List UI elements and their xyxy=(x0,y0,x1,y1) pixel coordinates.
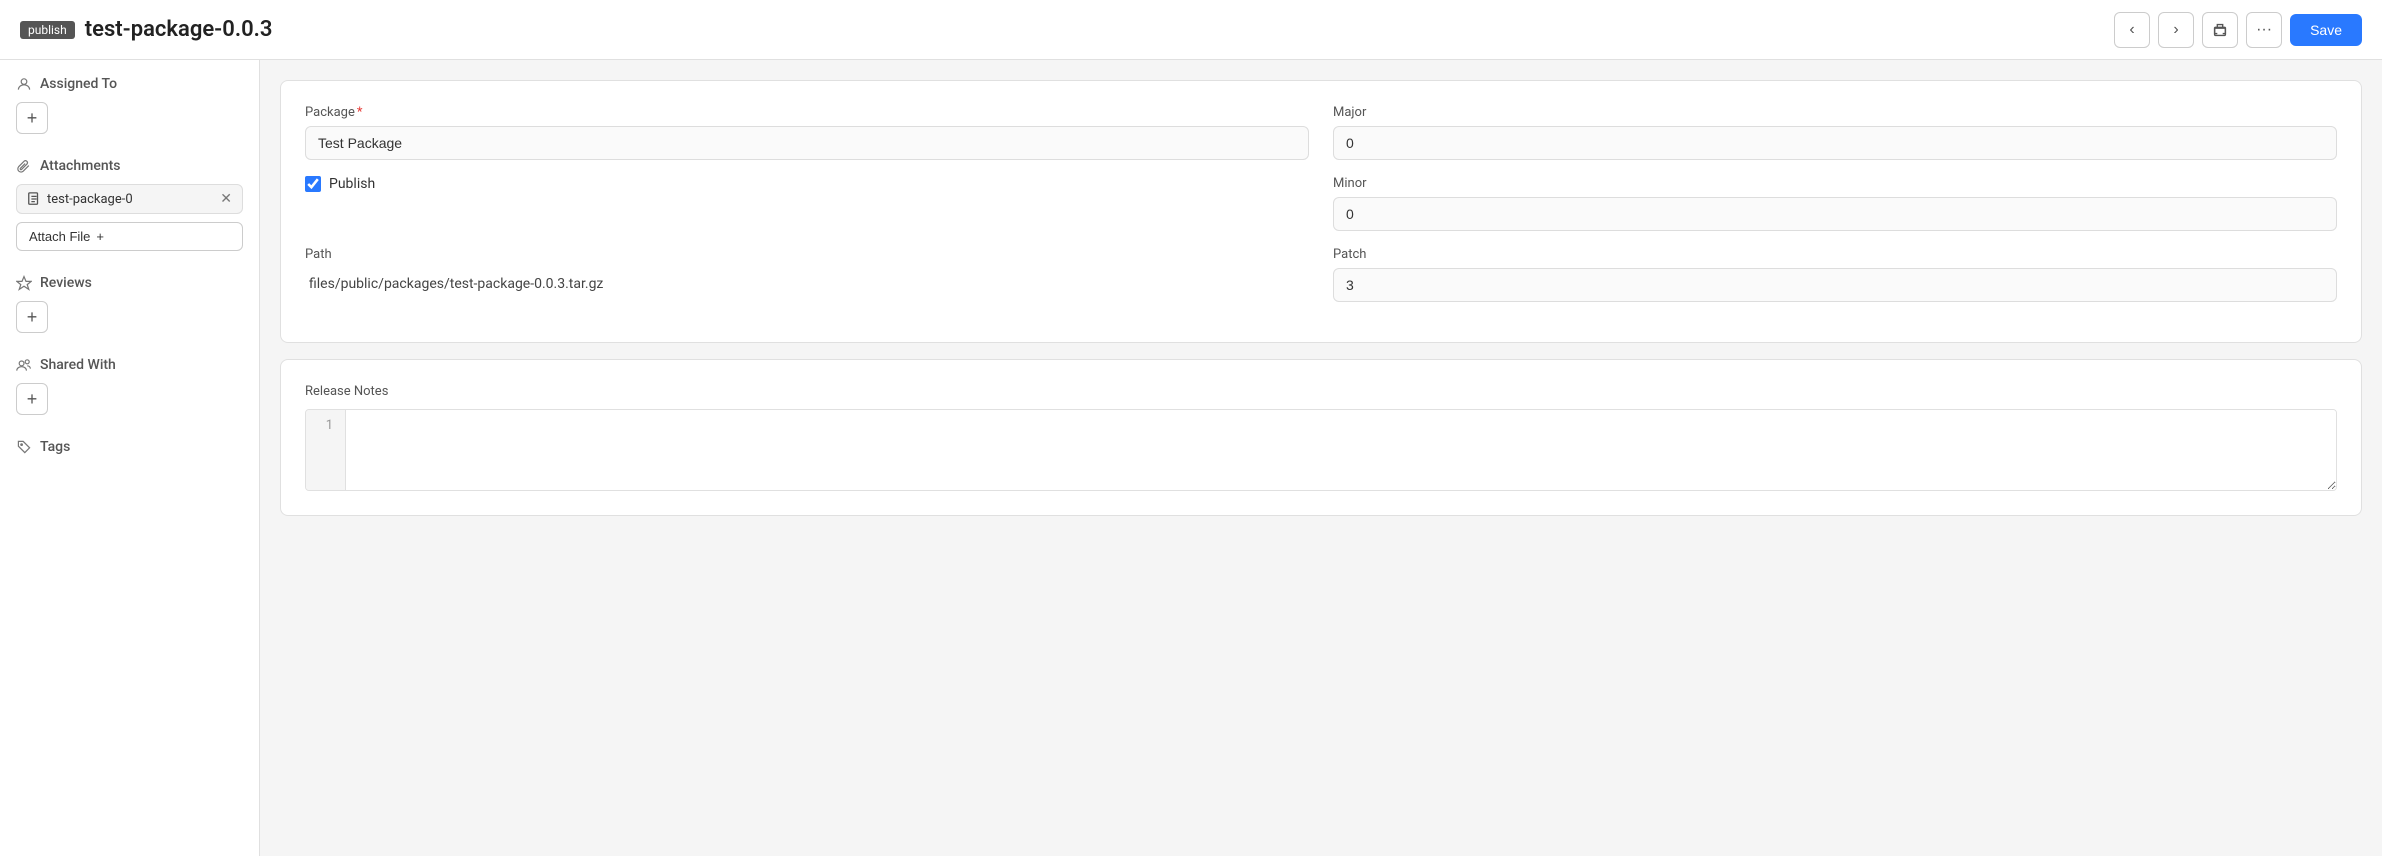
path-col: Path files/public/packages/test-package-… xyxy=(305,247,1309,302)
tags-header: Tags xyxy=(16,439,243,455)
line-number: 1 xyxy=(306,410,346,490)
more-button[interactable]: ··· xyxy=(2246,12,2282,48)
tags-label: Tags xyxy=(40,439,70,455)
package-label: Package * xyxy=(305,105,1309,120)
tag-icon xyxy=(16,439,32,455)
attach-file-label: Attach File xyxy=(29,229,90,244)
main-layout: Assigned To + Attachments test-package-0… xyxy=(0,60,2382,856)
path-patch-row: Path files/public/packages/test-package-… xyxy=(305,247,2337,302)
major-label: Major xyxy=(1333,105,2337,120)
major-col: Major xyxy=(1333,105,2337,160)
content-area: Package * Major Publish xyxy=(260,60,2382,856)
major-input[interactable] xyxy=(1333,126,2337,160)
attach-file-button[interactable]: Attach File + xyxy=(16,222,243,251)
publish-label: Publish xyxy=(329,176,375,192)
prev-button[interactable]: ‹ xyxy=(2114,12,2150,48)
required-indicator: * xyxy=(357,105,363,120)
assigned-to-section: Assigned To + xyxy=(16,76,243,134)
release-notes-card: Release Notes 1 xyxy=(280,359,2362,516)
minor-col: Minor xyxy=(1333,176,2337,231)
print-icon xyxy=(2211,21,2229,39)
add-shared-button[interactable]: + xyxy=(16,383,48,415)
reviews-section: Reviews + xyxy=(16,275,243,333)
attachment-remove-button[interactable]: ✕ xyxy=(220,191,232,207)
publish-row: Publish xyxy=(305,176,1309,192)
assigned-to-label: Assigned To xyxy=(40,76,117,92)
minor-input[interactable] xyxy=(1333,197,2337,231)
paperclip-icon xyxy=(16,158,32,174)
header: publish test-package-0.0.3 ‹ › ··· Save xyxy=(0,0,2382,60)
patch-label: Patch xyxy=(1333,247,2337,262)
shared-with-label: Shared With xyxy=(40,357,116,373)
path-value: files/public/packages/test-package-0.0.3… xyxy=(305,268,1309,292)
add-assigned-button[interactable]: + xyxy=(16,102,48,134)
publish-checkbox[interactable] xyxy=(305,176,321,192)
patch-input[interactable] xyxy=(1333,268,2337,302)
save-button[interactable]: Save xyxy=(2290,14,2362,46)
sidebar: Assigned To + Attachments test-package-0… xyxy=(0,60,260,856)
attachments-header: Attachments xyxy=(16,158,243,174)
reviews-label: Reviews xyxy=(40,275,92,291)
shared-with-header: Shared With xyxy=(16,357,243,373)
release-notes-textarea[interactable] xyxy=(346,410,2336,490)
next-button[interactable]: › xyxy=(2158,12,2194,48)
shared-icon xyxy=(16,357,32,373)
attachment-chip: test-package-0 ✕ xyxy=(16,184,243,214)
attach-file-plus-icon: + xyxy=(96,229,104,244)
release-notes-label: Release Notes xyxy=(305,384,2337,399)
package-col: Package * xyxy=(305,105,1309,160)
publish-minor-row: Publish Minor xyxy=(305,176,2337,231)
user-icon xyxy=(16,76,32,92)
package-input[interactable] xyxy=(305,126,1309,160)
reviews-header: Reviews xyxy=(16,275,243,291)
star-icon xyxy=(16,275,32,291)
assigned-to-header: Assigned To xyxy=(16,76,243,92)
shared-with-section: Shared With + xyxy=(16,357,243,415)
path-label: Path xyxy=(305,247,1309,262)
attachments-label: Attachments xyxy=(40,158,120,174)
minor-label: Minor xyxy=(1333,176,2337,191)
patch-col: Patch xyxy=(1333,247,2337,302)
file-icon xyxy=(27,192,41,206)
package-info-card: Package * Major Publish xyxy=(280,80,2362,343)
page-title: test-package-0.0.3 xyxy=(85,17,273,42)
tags-section: Tags xyxy=(16,439,243,455)
publish-col: Publish xyxy=(305,176,1309,231)
attachments-section: Attachments test-package-0 ✕ Attach File… xyxy=(16,158,243,251)
package-major-row: Package * Major xyxy=(305,105,2337,160)
header-actions: ‹ › ··· Save xyxy=(2114,12,2362,48)
publish-badge: publish xyxy=(20,21,75,39)
attachment-filename: test-package-0 xyxy=(47,192,214,207)
header-left: publish test-package-0.0.3 xyxy=(20,17,272,42)
add-review-button[interactable]: + xyxy=(16,301,48,333)
print-button[interactable] xyxy=(2202,12,2238,48)
release-notes-editor: 1 xyxy=(305,409,2337,491)
